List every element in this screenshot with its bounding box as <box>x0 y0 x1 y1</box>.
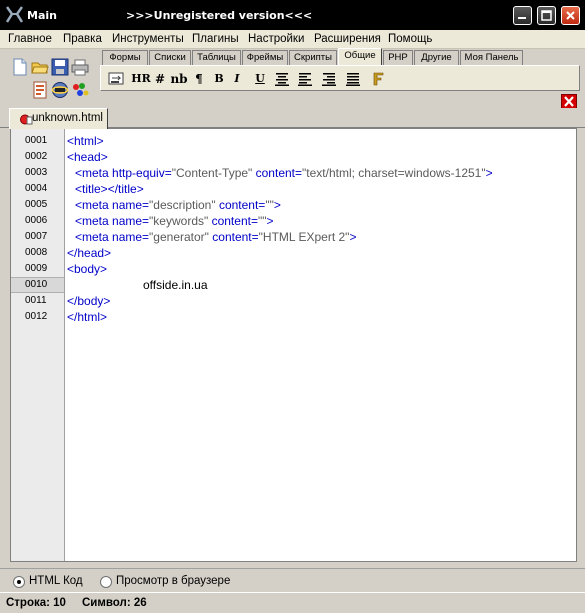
code-line: <title></title> <box>75 182 144 196</box>
color-palette-icon[interactable] <box>71 81 89 99</box>
code-line: <meta name="keywords" content=""> <box>75 214 274 228</box>
font-icon[interactable] <box>371 71 385 87</box>
code-line: <meta name="description" content=""> <box>75 198 281 212</box>
new-file-icon[interactable] <box>11 58 29 76</box>
format-toolbar: HR # nb ¶ B I U <box>100 65 580 91</box>
cursor-symbol-status: Символ: 26 <box>82 597 147 609</box>
tab-forms[interactable]: Формы <box>102 50 148 65</box>
browser-preview-label[interactable]: Просмотр в браузере <box>116 575 230 587</box>
close-window-button[interactable] <box>561 6 580 25</box>
browser-preview-icon[interactable] <box>51 81 69 99</box>
hash-anchor-button[interactable]: # <box>153 70 167 88</box>
align-left-icon[interactable] <box>298 72 312 86</box>
menu-plugins[interactable]: Плагины <box>192 33 239 45</box>
code-line: <head> <box>67 150 108 164</box>
current-line-number: 0010 <box>11 277 64 293</box>
maximize-button[interactable] <box>537 6 556 25</box>
code-line: </head> <box>67 246 112 260</box>
horizontal-rule-button[interactable]: HR <box>131 70 151 88</box>
close-icon <box>566 11 575 20</box>
document-tab-strip: unknown.html <box>0 108 585 129</box>
tab-php[interactable]: PHP <box>383 50 413 65</box>
line-number: 0007 <box>25 231 48 242</box>
app-logo-icon <box>6 6 23 23</box>
align-center-icon[interactable] <box>275 72 289 86</box>
line-number: 0005 <box>25 199 48 210</box>
code-line: <html> <box>67 134 104 148</box>
tab-lists[interactable]: Списки <box>149 50 191 65</box>
document-icon[interactable] <box>31 81 49 99</box>
document-tab-label: unknown.html <box>32 112 103 124</box>
code-line: <body> <box>67 262 108 276</box>
align-right-icon[interactable] <box>322 72 336 86</box>
tab-other[interactable]: Другие <box>414 50 459 65</box>
minimize-button[interactable] <box>513 6 532 25</box>
bold-button[interactable]: B <box>212 70 226 88</box>
status-bar: Строка: 10 Символ: 26 <box>0 592 585 613</box>
insert-break-icon[interactable] <box>108 71 126 87</box>
close-document-button[interactable] <box>561 94 577 109</box>
tab-tables[interactable]: Таблицы <box>192 50 241 65</box>
html-code-label[interactable]: HTML Код <box>29 575 83 587</box>
italic-button[interactable]: I <box>231 70 243 88</box>
menu-settings[interactable]: Настройки <box>248 33 304 45</box>
title-bar: Main >>>Unregistered version<<< <box>0 0 585 30</box>
tab-frames[interactable]: Фреймы <box>242 50 288 65</box>
browser-preview-radio[interactable] <box>100 576 112 588</box>
line-number: 0003 <box>25 167 48 178</box>
menu-help[interactable]: Помощь <box>388 33 432 45</box>
maximize-icon <box>541 10 552 21</box>
print-icon[interactable] <box>71 58 89 76</box>
view-mode-bar: HTML Код Просмотр в браузере <box>0 568 585 592</box>
tab-general[interactable]: Общие <box>338 48 382 65</box>
code-line: </body> <box>67 294 111 308</box>
line-number: 0012 <box>25 311 48 322</box>
save-icon[interactable] <box>51 58 69 76</box>
non-breaking-space-button[interactable]: nb <box>169 70 189 88</box>
line-number: 0001 <box>25 135 48 146</box>
minimize-icon <box>518 17 526 19</box>
line-number: 0008 <box>25 247 48 258</box>
code-line: <meta name="generator" content="HTML EXp… <box>75 230 357 244</box>
align-justify-icon[interactable] <box>346 72 360 86</box>
line-number: 0011 <box>25 295 47 306</box>
menu-main[interactable]: Главное <box>8 33 52 45</box>
line-number: 0006 <box>25 215 48 226</box>
line-number: 0009 <box>25 263 48 274</box>
menu-edit[interactable]: Правка <box>63 33 102 45</box>
code-line: </html> <box>67 310 108 324</box>
open-folder-icon[interactable] <box>31 58 49 76</box>
html-code-radio[interactable] <box>13 576 25 588</box>
registration-banner: >>>Unregistered version<<< <box>126 9 313 22</box>
menu-tools[interactable]: Инструменты <box>112 33 184 45</box>
close-icon <box>564 96 574 107</box>
window-title: Main <box>27 9 57 22</box>
code-line: <meta http-equiv="Content-Type" content=… <box>75 166 493 180</box>
menu-bar: Главное Правка Инструменты Плагины Настр… <box>0 30 585 49</box>
code-editor[interactable]: 0001 0002 0003 0004 0005 0006 0007 0008 … <box>10 128 577 562</box>
code-line: offside.in.ua <box>143 278 208 292</box>
line-number: 0004 <box>25 183 48 194</box>
document-tab[interactable]: unknown.html <box>9 108 108 129</box>
underline-button[interactable]: U <box>253 70 267 88</box>
tab-scripts[interactable]: Скрипты <box>289 50 337 65</box>
paragraph-button[interactable]: ¶ <box>192 70 206 88</box>
line-number: 0002 <box>25 151 48 162</box>
menu-extensions[interactable]: Расширения <box>314 33 381 45</box>
line-number-gutter: 0001 0002 0003 0004 0005 0006 0007 0008 … <box>11 129 65 561</box>
tab-my-panel[interactable]: Моя Панель <box>460 50 523 65</box>
cursor-line-status: Строка: 10 <box>6 597 66 609</box>
